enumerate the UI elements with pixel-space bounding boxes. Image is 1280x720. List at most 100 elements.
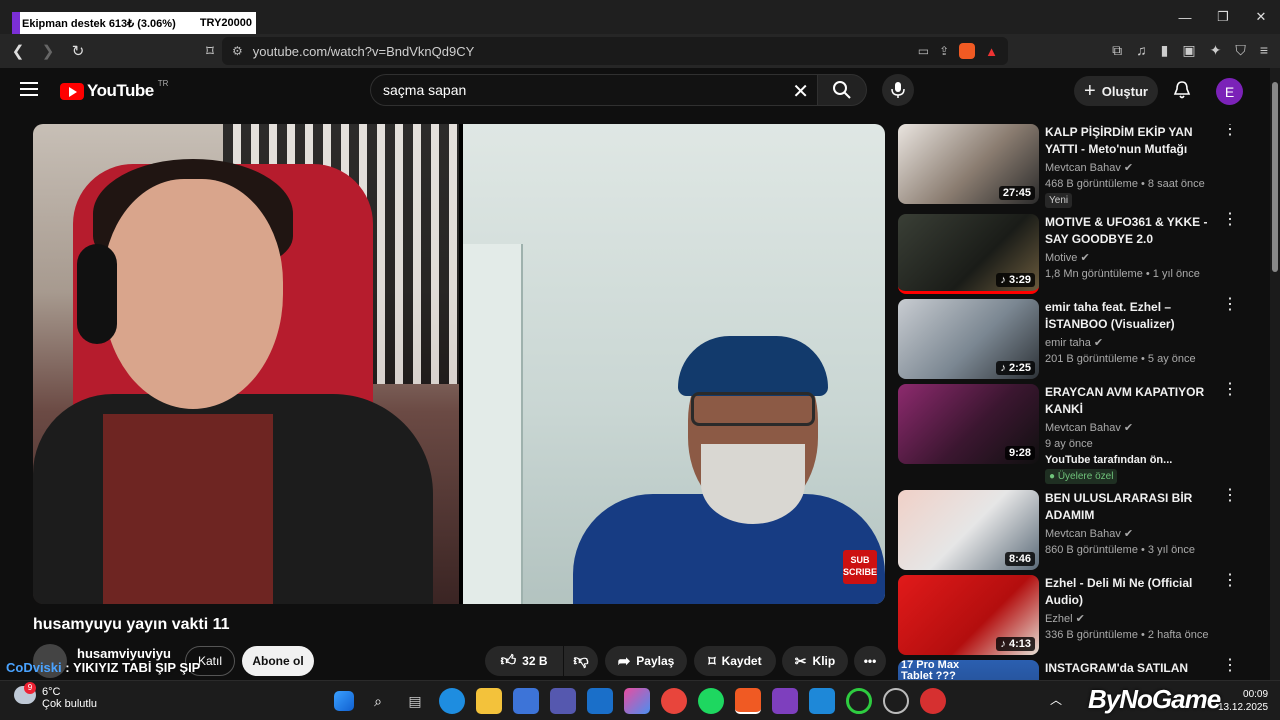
vpn-icon[interactable]: ⛉: [1235, 42, 1246, 59]
recommendation-item[interactable]: ♪ 4:13 Ezhel - Deli Mi Ne (Official Audi…: [898, 573, 1258, 655]
vscode-icon[interactable]: [809, 688, 835, 714]
recommendation-title[interactable]: KALP PİŞİRDİM EKİP YAN YATTI - Meto'nun …: [1045, 124, 1220, 158]
save-button[interactable]: ⌑ Kaydet: [694, 646, 776, 676]
site-info-icon[interactable]: ⚙: [232, 44, 243, 58]
tray-chevron-icon[interactable]: ︿: [1050, 691, 1062, 708]
spotify-icon[interactable]: [698, 688, 724, 714]
more-vert-icon[interactable]: ⋮: [1222, 212, 1238, 228]
loading-ring-icon[interactable]: [846, 688, 872, 714]
steam-icon[interactable]: [883, 688, 909, 714]
recommendation-title[interactable]: ERAYCAN AVM KAPATIYOR KANKİ: [1045, 384, 1220, 418]
recommendation-title[interactable]: INSTAGRAM'da SATILAN: [1045, 660, 1220, 677]
recommendation-channel[interactable]: Motive ✔: [1045, 251, 1090, 264]
recommendation-title[interactable]: emir taha feat. Ezhel – İSTANBOO (Visual…: [1045, 299, 1220, 333]
forward-icon[interactable]: ❯: [36, 39, 60, 63]
brave-icon[interactable]: [735, 688, 761, 714]
guide-menu-icon[interactable]: [20, 82, 38, 96]
channel-name[interactable]: husamviyuviyu: [77, 646, 171, 661]
weather-widget[interactable]: 9 6°C Çok bulutlu: [14, 682, 97, 710]
subscribe-button[interactable]: Abone ol: [242, 646, 314, 676]
teams-icon[interactable]: [550, 688, 576, 714]
store-icon[interactable]: [513, 688, 539, 714]
dislike-button[interactable]: 👎︎: [564, 646, 598, 676]
recommendation-item[interactable]: ♪ 2:25 emir taha feat. Ezhel – İSTANBOO …: [898, 297, 1258, 379]
more-vert-icon[interactable]: ⋮: [1222, 124, 1238, 138]
video-player[interactable]: SUB SCRIBE: [33, 124, 885, 604]
start-icon[interactable]: [334, 691, 354, 711]
clear-search-icon[interactable]: ✕: [792, 79, 809, 104]
more-vert-icon[interactable]: ⋮: [1222, 658, 1238, 674]
search-value[interactable]: saçma sapan: [383, 82, 466, 98]
recommendation-item[interactable]: 17 Pro Max Tablet ??? INSTAGRAM'da SATIL…: [898, 658, 1258, 680]
notifications-bell-icon[interactable]: [1170, 78, 1194, 102]
account-avatar[interactable]: E: [1216, 78, 1243, 105]
verified-icon: ✔: [1123, 162, 1134, 174]
recommendation-item[interactable]: ♪ 3:29 MOTIVE & UFO361 & YKKE - SAY GOOD…: [898, 212, 1258, 294]
wallet-icon[interactable]: ▣: [1182, 42, 1195, 59]
brave-shield-icon[interactable]: [959, 43, 976, 59]
reload-icon[interactable]: ↻: [66, 39, 90, 63]
recommendation-item[interactable]: 8:46 BEN ULUSLARARASI BİR ADAMIM Mevtcan…: [898, 488, 1258, 570]
video-thumbnail[interactable]: ♪ 3:29: [898, 214, 1039, 294]
share-button[interactable]: ➦ Paylaş: [605, 646, 687, 676]
recommendation-channel[interactable]: Ezhel ✔: [1045, 612, 1085, 625]
scrollbar-thumb[interactable]: [1272, 82, 1278, 272]
outlook-icon[interactable]: [587, 688, 613, 714]
video-thumbnail[interactable]: 8:46: [898, 490, 1039, 570]
screenshot-icon[interactable]: ⧉: [1112, 42, 1122, 59]
video-thumbnail[interactable]: 9:28: [898, 384, 1039, 464]
restore-icon[interactable]: ❐: [1204, 0, 1242, 34]
video-title: husamyuyu yayın vakti 11: [33, 616, 230, 633]
recommendation-item[interactable]: 9:28 ERAYCAN AVM KAPATIYOR KANKİ Mevtcan…: [898, 382, 1258, 484]
file-explorer-icon[interactable]: [476, 688, 502, 714]
url-text[interactable]: youtube.com/watch?v=BndVknQd9CY: [253, 44, 475, 59]
brave-rewards-icon[interactable]: ▲: [985, 44, 998, 59]
share-icon[interactable]: ⇪: [939, 44, 949, 58]
monitor-app-icon[interactable]: [920, 688, 946, 714]
recommendation-channel[interactable]: emir taha ✔: [1045, 336, 1103, 349]
more-vert-icon[interactable]: ⋮: [1222, 573, 1238, 589]
more-vert-icon[interactable]: ⋮: [1222, 382, 1238, 398]
chrome-icon[interactable]: [661, 688, 687, 714]
copilot-icon[interactable]: [624, 688, 650, 714]
sidebar-icon[interactable]: ▮: [1161, 42, 1169, 59]
share-label: Paylaş: [636, 654, 675, 668]
more-actions-button[interactable]: •••: [854, 646, 886, 676]
cast-icon[interactable]: ▭: [918, 44, 929, 58]
edge-icon[interactable]: [439, 688, 465, 714]
video-thumbnail[interactable]: ♪ 4:13: [898, 575, 1039, 655]
close-window-icon[interactable]: ✕: [1242, 0, 1280, 34]
minimize-icon[interactable]: —: [1166, 0, 1204, 34]
recommendation-title[interactable]: Ezhel - Deli Mi Ne (Official Audio): [1045, 575, 1220, 609]
like-button[interactable]: 👍︎ 32 B: [485, 646, 563, 676]
recommendation-channel[interactable]: Mevtcan Bahav ✔: [1045, 421, 1133, 434]
video-thumbnail[interactable]: 27:45: [898, 124, 1039, 204]
clip-button[interactable]: ✂ Klip: [782, 646, 848, 676]
recommendation-channel[interactable]: Mevtcan Bahav ✔: [1045, 161, 1133, 174]
video-thumbnail[interactable]: 17 Pro Max Tablet ???: [898, 660, 1039, 680]
address-bar[interactable]: ⚙ youtube.com/watch?v=BndVknQd9CY ▭ ⇪ ▲: [222, 37, 1008, 65]
search-button[interactable]: [817, 74, 867, 106]
music-icon[interactable]: ♫: [1136, 42, 1147, 59]
new-badge: Yeni: [1045, 193, 1073, 208]
voice-search-button[interactable]: [882, 74, 914, 106]
back-icon[interactable]: ❮: [6, 39, 30, 63]
video-thumbnail[interactable]: ♪ 2:25: [898, 299, 1039, 379]
recommendation-channel[interactable]: Mevtcan Bahav ✔: [1045, 527, 1133, 540]
clock[interactable]: 00:09 13.12.2025: [1218, 688, 1268, 714]
recommendation-item[interactable]: 27:45 KALP PİŞİRDİM EKİP YAN YATTI - Met…: [898, 124, 1258, 208]
search-input[interactable]: saçma sapan ✕: [370, 74, 818, 106]
bookmark-icon[interactable]: ⌑: [198, 39, 222, 63]
leo-icon[interactable]: ✦: [1210, 42, 1222, 59]
visual-studio-icon[interactable]: [772, 688, 798, 714]
search-taskbar-icon[interactable]: ⌕: [365, 688, 391, 714]
recommendation-meta: 336 B görüntüleme • 2 hafta önce: [1045, 629, 1209, 641]
more-vert-icon[interactable]: ⋮: [1222, 297, 1238, 313]
youtube-logo[interactable]: YouTube TR: [60, 79, 168, 101]
menu-icon[interactable]: ≡: [1260, 42, 1268, 59]
create-button[interactable]: + Oluştur: [1074, 76, 1158, 106]
recommendation-title[interactable]: BEN ULUSLARARASI BİR ADAMIM: [1045, 490, 1220, 524]
task-view-icon[interactable]: ▤: [402, 688, 428, 714]
more-vert-icon[interactable]: ⋮: [1222, 488, 1238, 504]
recommendation-title[interactable]: MOTIVE & UFO361 & YKKE - SAY GOODBYE 2.0: [1045, 214, 1220, 248]
